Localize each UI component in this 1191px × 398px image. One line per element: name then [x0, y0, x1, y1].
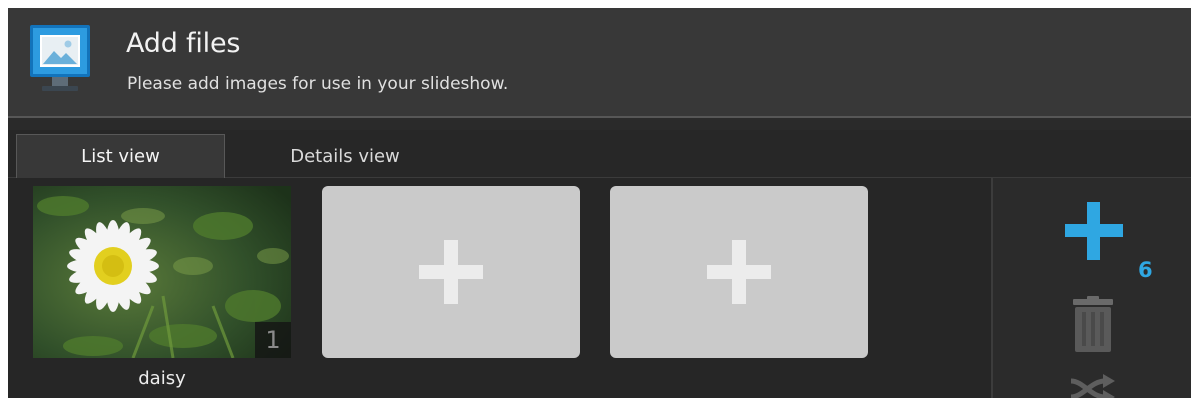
plus-icon — [707, 240, 771, 304]
actions-sidebar: 6 — [991, 178, 1191, 398]
plus-icon — [419, 240, 483, 304]
add-image-slot[interactable] — [610, 186, 868, 358]
header-separator — [8, 120, 1191, 130]
add-files-button[interactable] — [1065, 202, 1123, 260]
trash-icon[interactable] — [1071, 296, 1115, 354]
tab-details-view[interactable]: Details view — [240, 134, 450, 178]
files-panel: List view Details view 1 daisy 6 — [8, 130, 1191, 398]
photo-label: daisy — [138, 368, 186, 389]
page-title: Add files — [126, 28, 241, 59]
view-tabs: List view Details view — [8, 130, 1191, 178]
file-list: 1 daisy — [16, 178, 991, 398]
add-image-slot[interactable] — [322, 186, 580, 358]
monitor-picture-icon — [30, 25, 90, 97]
tab-list-view[interactable]: List view — [16, 134, 225, 178]
daisy-image — [33, 186, 291, 358]
add-files-window: Add files Please add images for use in y… — [8, 8, 1191, 398]
header: Add files Please add images for use in y… — [8, 8, 1191, 118]
shuffle-icon[interactable] — [1069, 373, 1117, 398]
page-subtitle: Please add images for use in your slides… — [127, 74, 509, 94]
item-index-badge: 1 — [255, 322, 291, 358]
add-count-badge: 6 — [1138, 258, 1153, 282]
photo-thumbnail-daisy[interactable]: 1 — [33, 186, 291, 358]
